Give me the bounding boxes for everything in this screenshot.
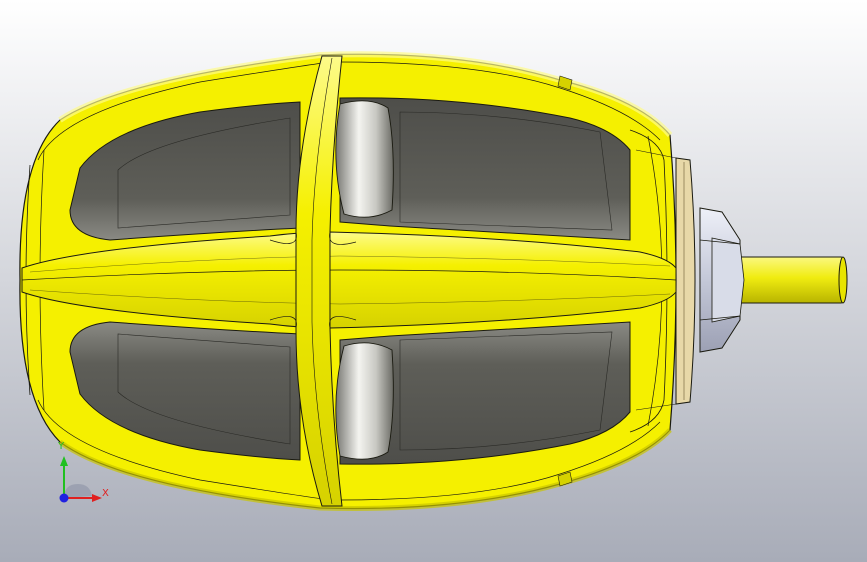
upper-boss [335,100,394,218]
lower-boss [335,342,394,460]
model-render[interactable] [0,0,867,562]
y-axis-label: Y [58,441,65,452]
shaft [734,256,848,304]
x-axis-label: X [102,488,109,499]
end-plate [675,157,696,405]
cad-graphics-viewport[interactable]: X Y [0,0,867,562]
coordinate-triad-icon [59,456,102,503]
coordinate-triad: X Y [40,440,120,520]
